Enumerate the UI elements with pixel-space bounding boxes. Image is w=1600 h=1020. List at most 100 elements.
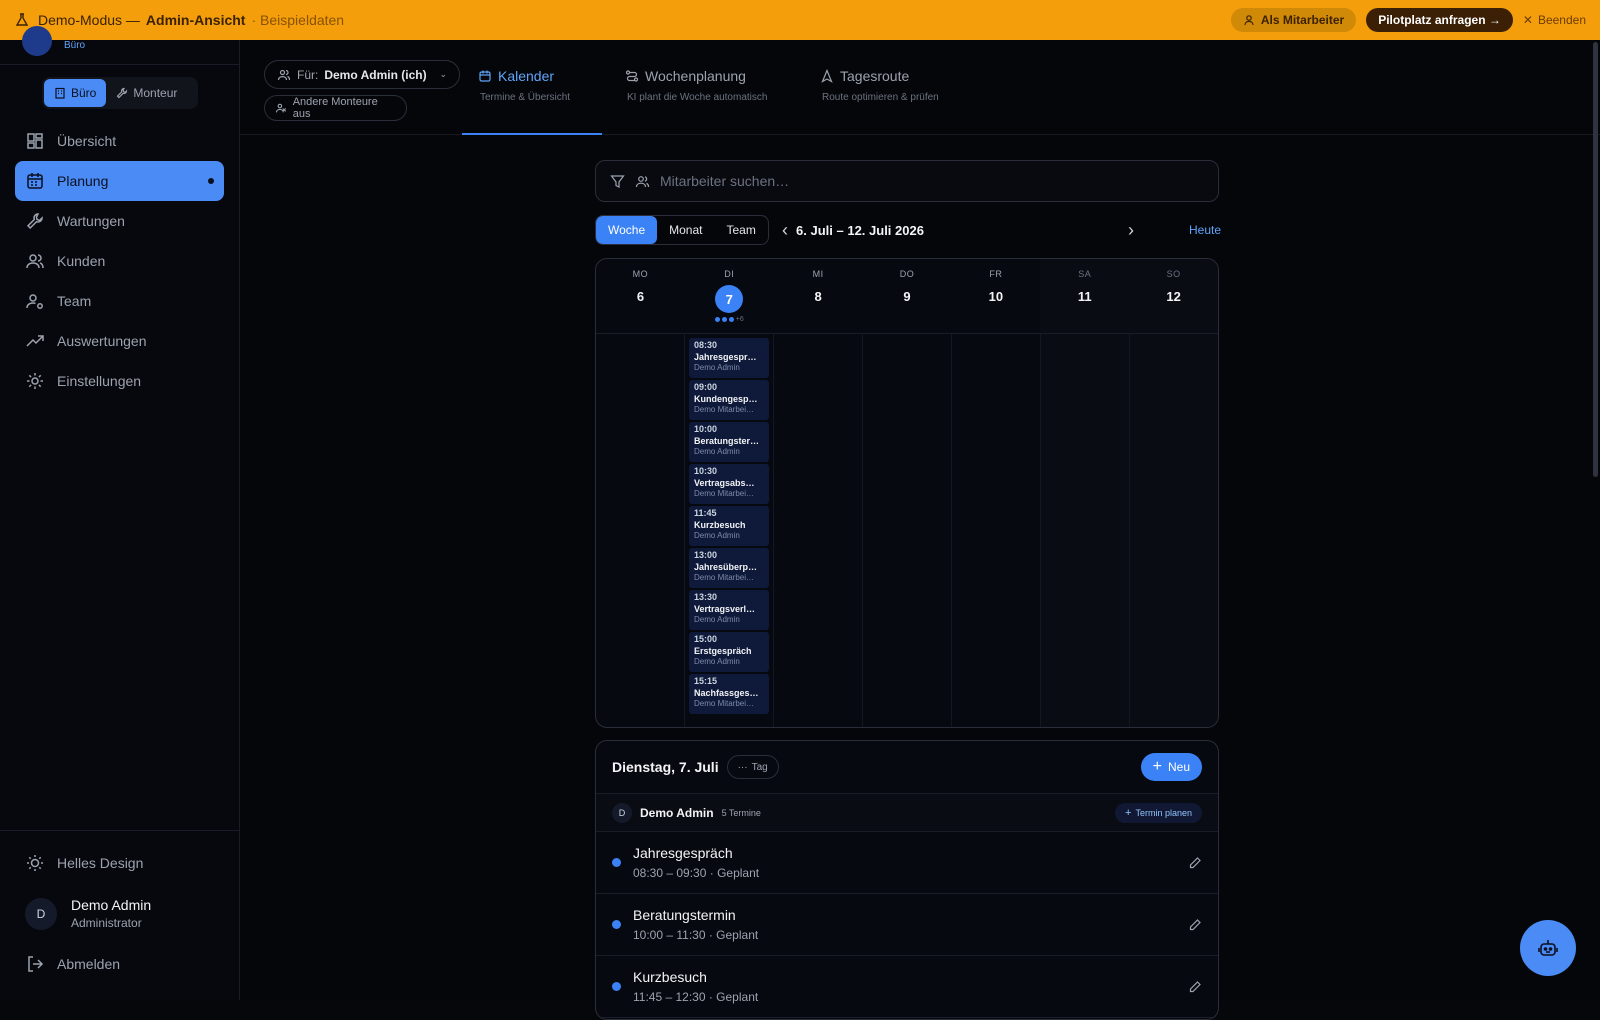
search-input[interactable]: Mitarbeiter suchen… xyxy=(660,173,789,189)
view-week-button[interactable]: Woche xyxy=(596,216,658,244)
day-header[interactable]: DO 9 xyxy=(863,259,952,333)
pilot-request-label: Pilotplatz anfragen → xyxy=(1378,13,1501,27)
mode-office-button[interactable]: Büro xyxy=(44,79,107,107)
event-assignee: Demo Admin xyxy=(694,615,740,624)
calendar-event[interactable]: 13:00 Jahresüberp… Demo Mitarbei… xyxy=(689,548,769,588)
sidebar-item-reports[interactable]: Auswertungen xyxy=(15,321,224,361)
day-column[interactable] xyxy=(863,334,952,727)
calendar-event[interactable]: 15:15 Nachfassges… Demo Mitarbei… xyxy=(689,674,769,714)
users-icon xyxy=(26,254,44,269)
day-column[interactable] xyxy=(1130,334,1218,727)
day-column[interactable] xyxy=(774,334,863,727)
more-icon: ··· xyxy=(737,761,748,773)
gear-icon xyxy=(27,373,43,389)
calendar-view-switch: Woche Monat Team xyxy=(595,215,769,245)
team-gear-icon xyxy=(26,294,43,309)
next-week-button[interactable]: › xyxy=(1128,220,1134,241)
filter-icon xyxy=(610,174,625,188)
wrench-icon xyxy=(117,87,128,99)
tab-subtitle: KI plant die Woche automatisch xyxy=(627,92,768,103)
calendar-event[interactable]: 09:00 Kundengesp… Demo Mitarbei… xyxy=(689,380,769,420)
calendar-event[interactable]: 10:00 Beratungster… Demo Admin xyxy=(689,422,769,462)
sidebar-role: Büro xyxy=(64,40,86,51)
appointment-row[interactable]: Beratungstermin 10:00 – 11:30 · Geplant xyxy=(596,894,1218,956)
building-icon xyxy=(55,87,65,99)
for-label: Für: xyxy=(297,67,319,82)
sidebar-item-team[interactable]: Team xyxy=(15,281,224,321)
hide-other-fitters-button[interactable]: Andere Monteure aus xyxy=(264,95,407,121)
mode-fitter-button[interactable]: Monteur xyxy=(106,79,187,107)
appointment-time: 08:30 – 09:30 · Geplant xyxy=(633,866,760,880)
logout-button[interactable]: Abmelden xyxy=(15,944,225,984)
calendar-event[interactable]: 11:45 Kurzbesuch Demo Admin xyxy=(689,506,769,546)
tab-daily-route[interactable]: Tagesroute Route optimieren & prüfen xyxy=(820,68,980,135)
day-header[interactable]: MI 8 xyxy=(774,259,863,333)
theme-label: Helles Design xyxy=(57,855,144,871)
pilot-request-button[interactable]: Pilotplatz anfragen → xyxy=(1366,8,1513,32)
calendar-event[interactable]: 10:30 Vertragsabs… Demo Mitarbei… xyxy=(689,464,769,504)
tab-weekly-planning[interactable]: Wochenplanung KI plant die Woche automat… xyxy=(625,68,805,135)
day-column-today[interactable]: 08:30 Jahresgespr… Demo Admin 09:00 Kundeng… xyxy=(685,334,774,727)
appointment-row[interactable]: Kurzbesuch 11:45 – 12:30 · Geplant xyxy=(596,956,1218,1018)
day-name: SO xyxy=(1166,269,1181,279)
day-column[interactable] xyxy=(952,334,1041,727)
calendar-event[interactable]: 08:30 Jahresgespr… Demo Admin xyxy=(689,338,769,378)
event-assignee: Demo Mitarbei… xyxy=(694,699,755,708)
theme-toggle[interactable]: Helles Design xyxy=(15,843,225,883)
week-range: 6. Juli – 12. Juli 2026 xyxy=(796,223,924,238)
day-name: DI xyxy=(724,269,735,279)
day-header-today[interactable]: DI 7 +6 xyxy=(685,259,774,333)
day-column[interactable] xyxy=(596,334,685,727)
new-appointment-button[interactable]: + Neu xyxy=(1140,753,1202,781)
plan-appointment-label: Termin planen xyxy=(1135,807,1192,818)
day-header[interactable]: MO 6 xyxy=(596,259,685,333)
as-employee-button[interactable]: Als Mitarbeiter xyxy=(1230,8,1357,32)
employee-search[interactable]: Mitarbeiter suchen… xyxy=(595,160,1219,202)
appointment-title: Jahresgespräch xyxy=(633,845,733,861)
sidebar-nav: Übersicht Planung Wartungen Kunden Team … xyxy=(0,121,239,401)
event-assignee: Demo Admin xyxy=(694,531,740,540)
tab-label: Tagesroute xyxy=(840,68,910,84)
wrench-icon xyxy=(26,213,43,230)
day-column[interactable] xyxy=(1041,334,1130,727)
calendar-event[interactable]: 15:00 Erstgespräch Demo Admin xyxy=(689,632,769,672)
tab-subtitle: Route optimieren & prüfen xyxy=(822,92,939,103)
sidebar-item-planning[interactable]: Planung xyxy=(15,161,224,201)
hide-other-fitters-label: Andere Monteure aus xyxy=(292,96,378,120)
appointment-row[interactable]: Jahresgespräch 08:30 – 09:30 · Geplant xyxy=(596,832,1218,894)
sidebar-item-overview[interactable]: Übersicht xyxy=(15,121,224,161)
user-profile[interactable]: D Demo Admin Administrator xyxy=(25,897,240,930)
day-header[interactable]: FR 10 xyxy=(951,259,1040,333)
pencil-icon[interactable] xyxy=(1188,980,1202,994)
calendar-event[interactable]: 13:30 Vertragsverl… Demo Admin xyxy=(689,590,769,630)
tab-calendar[interactable]: Kalender Termine & Übersicht xyxy=(462,68,602,135)
event-assignee: Demo Mitarbei… xyxy=(694,573,755,582)
logout-label: Abmelden xyxy=(57,956,121,972)
as-employee-label: Als Mitarbeiter xyxy=(1260,13,1345,27)
avatar: D xyxy=(25,897,57,930)
day-name: MO xyxy=(632,269,649,279)
mode-fitter-label: Monteur xyxy=(133,86,178,100)
status-dot xyxy=(612,920,621,929)
scrollbar[interactable] xyxy=(1593,42,1598,477)
view-month-button[interactable]: Monat xyxy=(657,216,714,244)
event-time: 11:45 xyxy=(694,508,717,518)
event-title: Kurzbesuch xyxy=(694,520,746,530)
event-title: Jahresgespr… xyxy=(694,352,757,362)
plan-appointment-button[interactable]: + Termin planen xyxy=(1115,802,1202,823)
pencil-icon[interactable] xyxy=(1188,918,1202,932)
day-header[interactable]: SA 11 xyxy=(1040,259,1130,333)
day-view-button[interactable]: ··· Tag xyxy=(726,755,779,779)
pencil-icon[interactable] xyxy=(1188,856,1202,870)
sidebar-item-settings[interactable]: Einstellungen xyxy=(15,361,224,401)
assignee-select[interactable]: Für: Demo Admin (ich) ⌄ xyxy=(264,60,460,89)
end-demo-label: Beenden xyxy=(1537,13,1586,27)
assistant-button[interactable] xyxy=(1520,920,1576,976)
day-detail-panel: Dienstag, 7. Juli ··· Tag + Neu D Demo Adm… xyxy=(595,740,1219,1020)
today-button[interactable]: Heute xyxy=(1189,223,1221,237)
day-header[interactable]: SO 12 xyxy=(1129,259,1218,333)
sidebar-item-customers[interactable]: Kunden xyxy=(15,241,224,281)
sidebar-item-maintenance[interactable]: Wartungen xyxy=(15,201,224,241)
end-demo-button[interactable]: ✕ Beenden xyxy=(1523,13,1586,27)
flask-icon xyxy=(15,13,29,26)
